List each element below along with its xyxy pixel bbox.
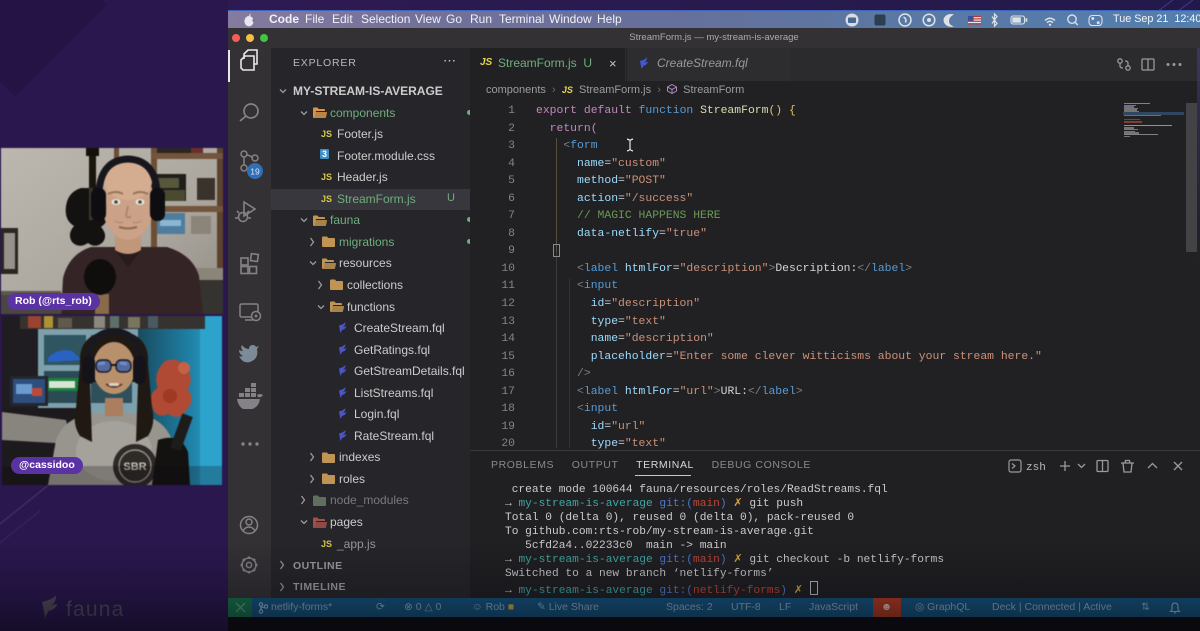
- svg-text:fauna: fauna: [66, 598, 125, 621]
- svg-text:zsh: zsh: [1026, 462, 1046, 474]
- svg-text:19: 19: [250, 167, 260, 177]
